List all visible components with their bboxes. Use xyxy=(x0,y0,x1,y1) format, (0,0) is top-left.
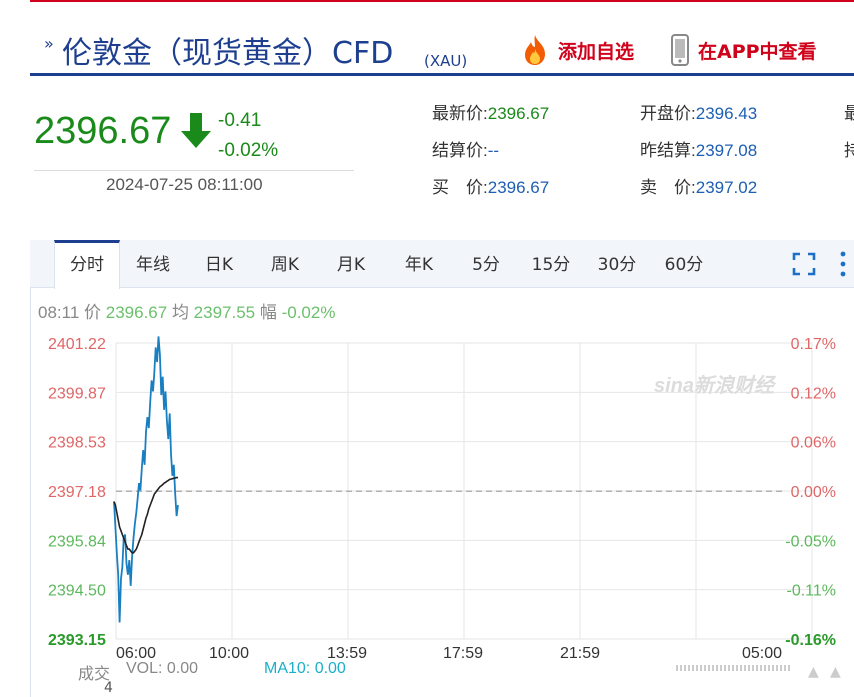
y-tick-label-left: 2395.84 xyxy=(48,533,106,550)
y-tick-label-left: 2397.18 xyxy=(48,484,106,501)
y-tick-label-left: 2393.15 xyxy=(48,632,106,649)
y-tick-label-left: 2398.53 xyxy=(48,435,106,452)
y-tick-label-right: -0.16% xyxy=(785,632,836,649)
volume-ma10: MA10: 0.00 xyxy=(264,660,346,677)
watermark: sina新浪财经 xyxy=(654,374,777,397)
y-tick-label-right: -0.05% xyxy=(785,533,836,550)
scroll-up-icon: ▲ xyxy=(808,664,819,680)
x-tick-label: 21:59 xyxy=(560,645,600,662)
y-tick-label-left: 2399.87 xyxy=(48,385,106,402)
volume-count: 4 xyxy=(104,680,113,696)
intraday-chart[interactable]: 2401.22 2399.87 2398.53 2397.18 2395.84 2394.… xyxy=(0,0,854,697)
y-tick-label-right: 0.17% xyxy=(791,336,836,353)
x-tick-label: 17:59 xyxy=(443,645,483,662)
y-tick-label-left: 2394.50 xyxy=(48,583,106,600)
y-tick-label-right: 0.06% xyxy=(791,435,836,452)
y-tick-label-right: -0.11% xyxy=(786,583,836,600)
scroll-up-icon: ▲ xyxy=(830,664,841,680)
y-tick-label-right: 0.00% xyxy=(791,484,836,501)
x-tick-label: 05:00 xyxy=(742,645,782,662)
y-tick-label-right: 0.12% xyxy=(791,385,836,402)
volume-value: VOL: 0.00 xyxy=(126,660,199,677)
x-tick-label: 10:00 xyxy=(209,645,249,662)
y-tick-label-left: 2401.22 xyxy=(48,336,106,353)
